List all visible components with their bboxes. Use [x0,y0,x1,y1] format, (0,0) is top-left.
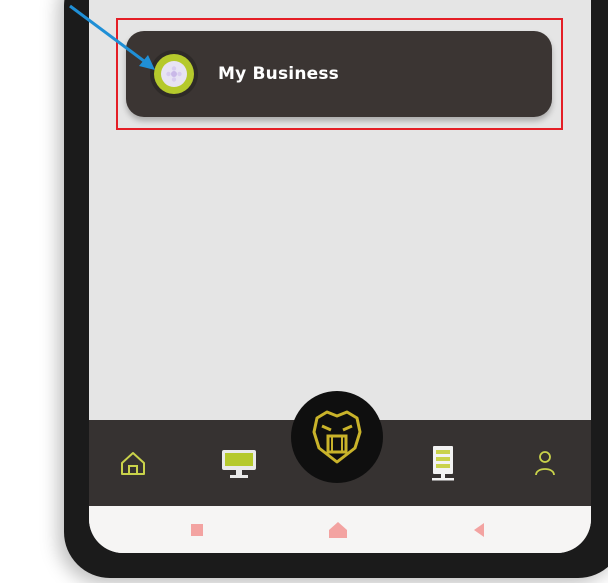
annotation-highlight-box [116,18,563,130]
nav-server-button[interactable] [413,420,473,506]
android-recents-button[interactable] [177,506,217,553]
nav-profile-button[interactable] [515,420,575,506]
recents-square-icon [191,523,203,536]
center-logo-button[interactable] [291,391,383,483]
home-icon [121,452,145,475]
server-icon [432,446,454,481]
nav-home-button[interactable] [103,420,163,506]
android-back-button[interactable] [459,506,499,553]
bulldog-logo-icon [312,410,362,464]
home-house-icon [329,521,347,538]
monitor-icon [222,450,256,478]
nav-monitor-button[interactable] [209,420,269,506]
android-home-button[interactable] [318,506,358,553]
android-nav-bar [89,506,591,553]
user-icon [535,451,555,476]
back-triangle-icon [474,522,484,537]
